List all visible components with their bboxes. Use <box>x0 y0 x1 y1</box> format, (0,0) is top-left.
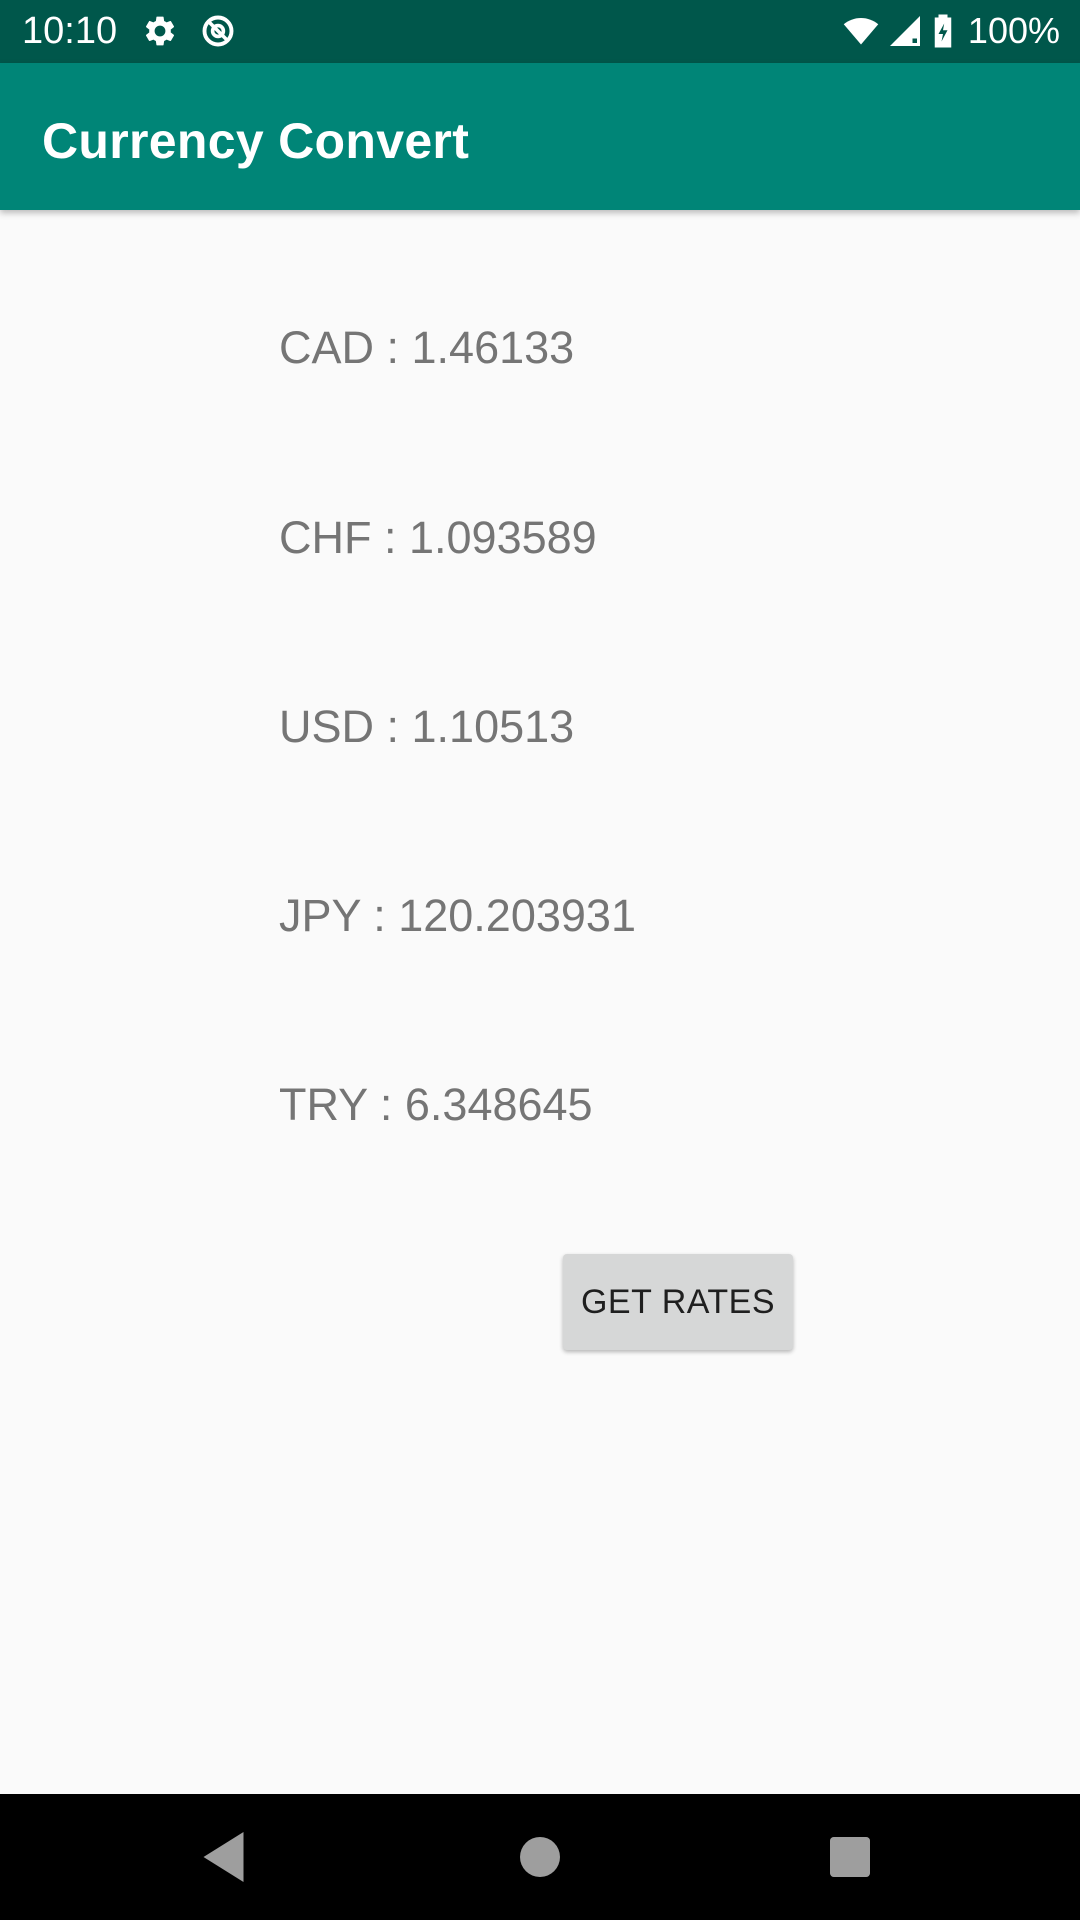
app-title: Currency Convert <box>42 113 470 169</box>
rate-chf: CHF : 1.093589 <box>279 512 597 563</box>
battery-charging-icon <box>934 14 952 48</box>
wifi-icon <box>843 17 879 45</box>
rate-jpy: JPY : 120.203931 <box>279 890 636 941</box>
status-icons: 100% <box>842 9 1060 53</box>
recents-icon[interactable] <box>820 1827 880 1887</box>
get-rates-button[interactable]: GET RATES <box>563 1254 793 1350</box>
home-icon[interactable] <box>510 1827 570 1887</box>
cell-signal-icon <box>889 16 920 46</box>
nav-bar <box>0 1794 1080 1920</box>
gear-icon <box>145 16 175 46</box>
rate-cad: CAD : 1.46133 <box>279 322 575 373</box>
rate-usd: USD : 1.10513 <box>279 701 575 752</box>
app-bar: Currency Convert <box>0 63 1080 210</box>
status-time: 10:10 <box>22 10 118 52</box>
back-icon[interactable] <box>196 1827 256 1887</box>
battery-percent: 100% <box>967 10 1060 51</box>
no-disturb-icon <box>202 15 234 47</box>
status-bar: 10:10 100% <box>0 0 1080 63</box>
rate-try: TRY : 6.348645 <box>279 1079 593 1130</box>
